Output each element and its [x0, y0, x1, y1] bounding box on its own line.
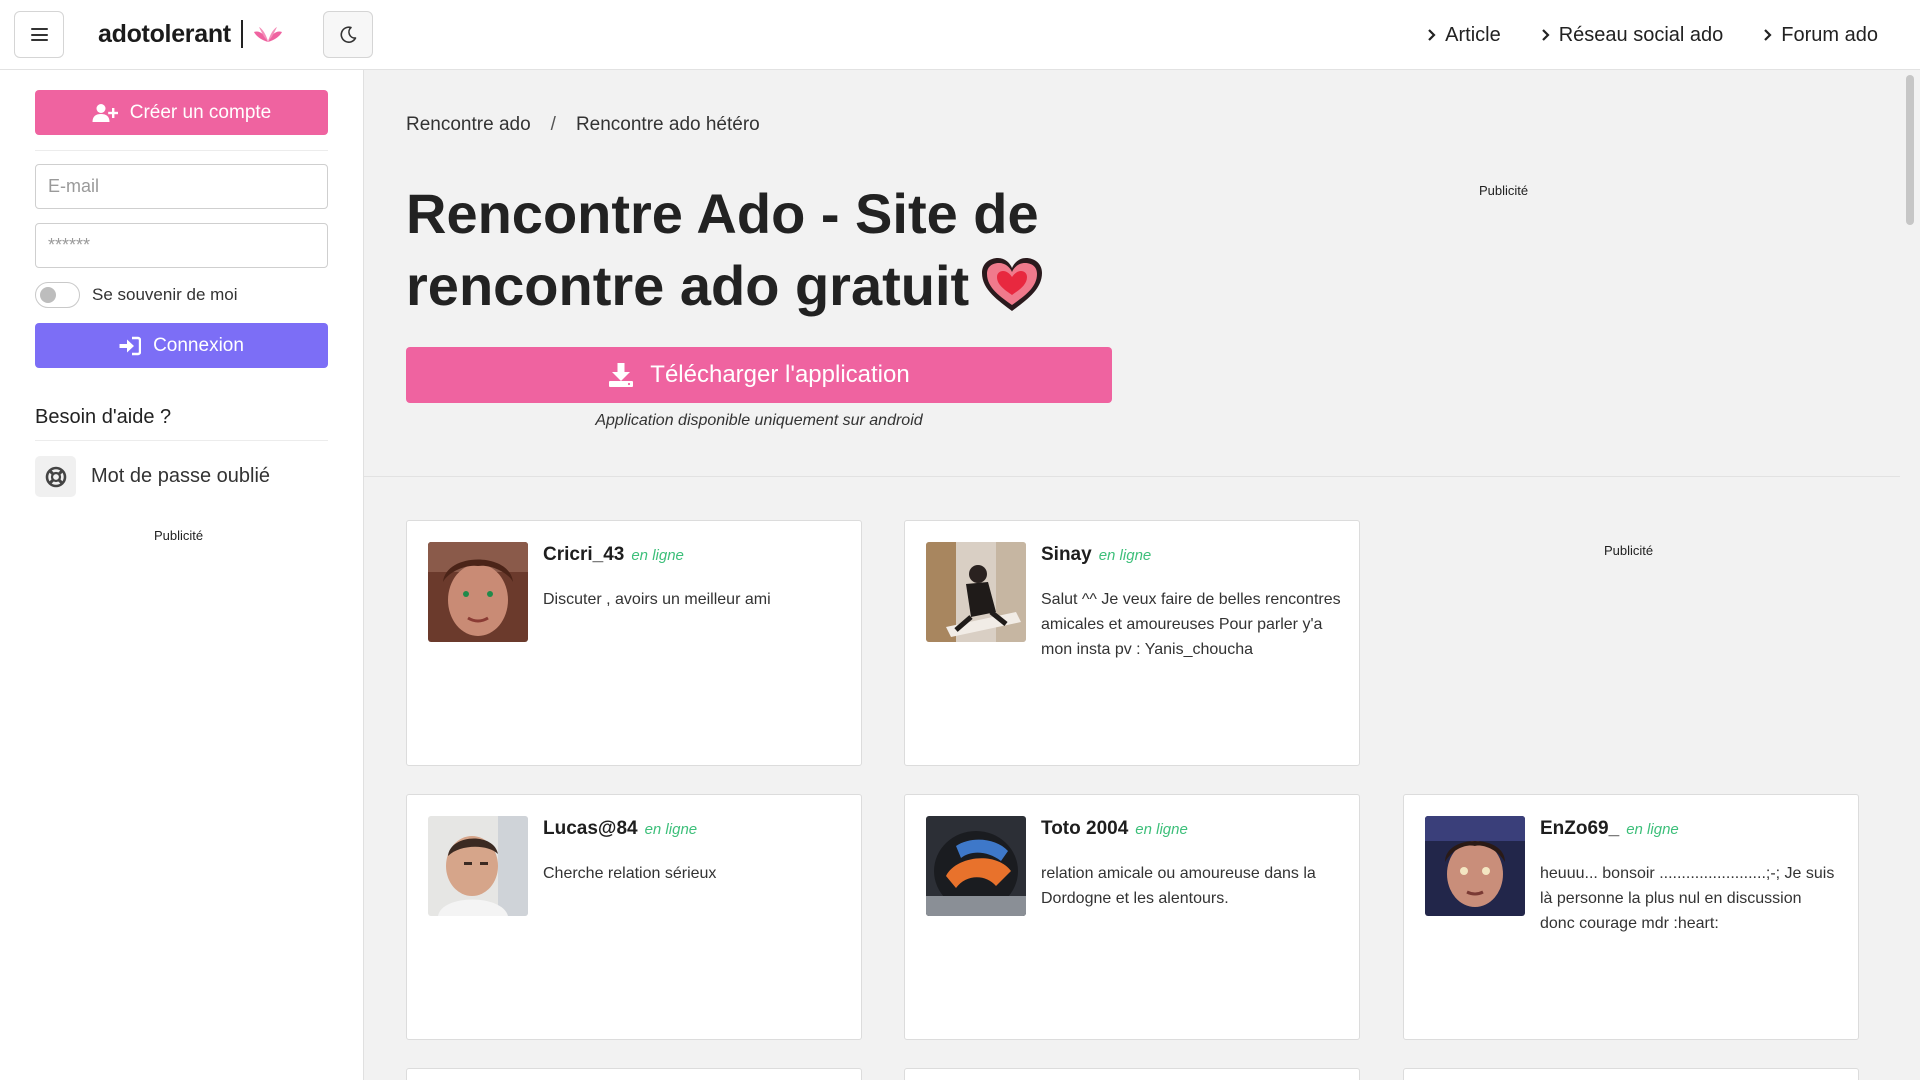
main-nav: Article Réseau social ado Forum ado	[1427, 0, 1878, 70]
download-note: Application disponible uniquement sur an…	[595, 412, 923, 429]
card-header: Cricri_43 en ligne	[543, 544, 684, 566]
theme-toggle-button[interactable]	[323, 11, 373, 58]
profile-bio: Cherche relation sérieux	[543, 865, 717, 882]
profile-card[interactable]: Toto 2004 en ligne relation amicale ou a…	[904, 794, 1360, 1040]
profile-card[interactable]: EnZo69_ en ligne heuuu... bonsoir ......…	[1403, 794, 1859, 1040]
ad-label: Publicité	[1479, 183, 1529, 198]
divider	[364, 476, 1900, 477]
scrollbar-thumb[interactable]	[1906, 75, 1914, 225]
page-title-text: Rencontre Ado - Site de rencontre ado gr…	[406, 182, 1039, 317]
profile-card[interactable]	[406, 1068, 862, 1080]
profile-name: Cricri_43	[543, 544, 625, 565]
card-header: Sinay en ligne	[1041, 544, 1151, 566]
profile-bio: heuuu... bonsoir .......................…	[1540, 865, 1835, 932]
profile-name: Toto 2004	[1041, 818, 1129, 839]
breadcrumb: Rencontre ado / Rencontre ado hétéro	[406, 114, 760, 136]
profile-name: EnZo69_	[1540, 818, 1620, 839]
chevron-right-icon	[1541, 29, 1550, 41]
card-header: Lucas@84 en ligne	[543, 818, 697, 840]
profile-name: Lucas@84	[543, 818, 638, 839]
profile-card[interactable]	[1403, 1068, 1859, 1080]
avatar	[428, 542, 528, 642]
online-status: en ligne	[1098, 547, 1152, 564]
forgot-password-label: Mot de passe oublié	[91, 465, 271, 487]
profile-card[interactable]: Sinay en ligne Salut ^^ Je veux faire de…	[904, 520, 1360, 766]
nav-link-reseau-social[interactable]: Réseau social ado	[1541, 23, 1724, 47]
card-header: EnZo69_ en ligne	[1540, 818, 1679, 840]
forgot-password-link[interactable]: Mot de passe oublié	[35, 456, 270, 497]
breadcrumb-separator: /	[550, 114, 556, 135]
nav-link-label: Article	[1445, 23, 1501, 46]
profile-card[interactable]	[904, 1068, 1360, 1080]
brand-name: adotolerant	[98, 19, 231, 48]
download-icon	[609, 363, 634, 387]
moon-icon	[340, 25, 357, 43]
divider	[35, 440, 328, 441]
online-status: en ligne	[644, 821, 698, 838]
online-status: en ligne	[631, 547, 684, 564]
profile-card[interactable]: Lucas@84 en ligne Cherche relation série…	[406, 794, 862, 1040]
chevron-right-icon	[1764, 29, 1772, 41]
remember-me-row: Se souvenir de moi	[35, 282, 238, 308]
login-button[interactable]: Connexion	[35, 323, 328, 368]
top-navbar: adotolerant Article Réseau social ado Fo…	[0, 0, 1920, 70]
remember-me-label: Se souvenir de moi	[92, 285, 238, 304]
online-status: en ligne	[1626, 821, 1679, 838]
email-input[interactable]	[35, 164, 328, 209]
menu-button[interactable]	[14, 11, 64, 58]
download-app-label: Télécharger l'application	[650, 361, 910, 388]
sign-in-icon	[119, 336, 142, 355]
nav-link-forum[interactable]: Forum ado	[1763, 24, 1878, 47]
ad-label: Publicité	[154, 528, 204, 543]
sidebar: Créer un compte Se souvenir de moi Conne…	[0, 70, 364, 1080]
password-input[interactable]	[35, 223, 328, 268]
ad-label: Publicité	[1604, 543, 1654, 558]
create-account-label: Créer un compte	[129, 101, 272, 123]
remember-me-toggle[interactable]	[35, 282, 80, 308]
divider	[35, 150, 328, 151]
help-icon-box	[35, 456, 76, 497]
avatar	[428, 816, 528, 916]
profile-card[interactable]: Cricri_43 en ligne Discuter , avoirs un …	[406, 520, 862, 766]
brand-separator	[240, 20, 243, 48]
heart-icon	[982, 258, 1043, 311]
page-title: Rencontre Ado - Site de rencontre ado gr…	[406, 178, 1126, 322]
card-header: Toto 2004 en ligne	[1041, 818, 1188, 840]
login-label: Connexion	[153, 334, 244, 356]
nav-link-label: Réseau social ado	[1558, 23, 1724, 46]
chevron-right-icon	[1428, 29, 1436, 41]
profile-name: Sinay	[1041, 544, 1092, 565]
profile-bio: relation amicale ou amoureuse dans la Do…	[1041, 865, 1316, 907]
brand-logo-link[interactable]: adotolerant	[98, 18, 283, 50]
profile-bio: Discuter , avoirs un meilleur ami	[543, 591, 771, 608]
brand-wings-icon	[253, 27, 282, 42]
online-status: en ligne	[1135, 821, 1188, 838]
breadcrumb-item-current: Rencontre ado hétéro	[575, 114, 760, 135]
avatar	[926, 816, 1026, 916]
nav-link-article[interactable]: Article	[1427, 24, 1501, 47]
help-title: Besoin d'aide ?	[35, 406, 172, 428]
create-account-button[interactable]: Créer un compte	[35, 90, 328, 135]
profile-bio: Salut ^^ Je veux faire de belles rencont…	[1041, 591, 1341, 658]
toggle-knob	[40, 287, 56, 303]
breadcrumb-item[interactable]: Rencontre ado	[406, 114, 531, 136]
user-plus-icon	[92, 103, 118, 122]
nav-link-label: Forum ado	[1781, 23, 1878, 46]
avatar	[926, 542, 1026, 642]
lifebuoy-icon	[45, 466, 66, 487]
menu-icon	[30, 28, 48, 41]
avatar	[1425, 816, 1525, 916]
download-app-button[interactable]: Télécharger l'application	[406, 347, 1112, 403]
